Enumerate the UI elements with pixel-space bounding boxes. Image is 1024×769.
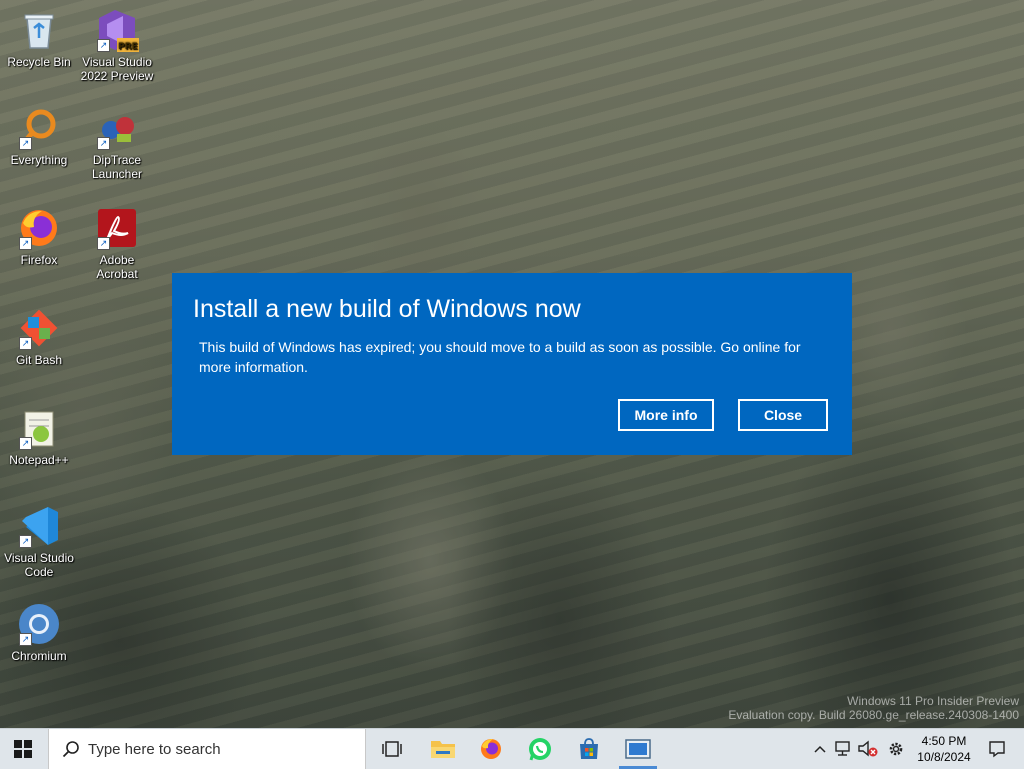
desktop-icon-diptrace[interactable]: ↗ DipTrace Launcher <box>78 100 156 181</box>
desktop-icon-firefox[interactable]: ↗ Firefox <box>0 200 78 267</box>
vscode-icon: ↗ <box>17 504 61 548</box>
settings-tray-button[interactable] <box>884 729 908 769</box>
desktop-icon-label: Adobe Acrobat <box>96 253 138 281</box>
adobe-acrobat-icon: ↗ <box>95 206 139 250</box>
taskbar-firefox-button[interactable] <box>468 729 514 769</box>
clock-time: 4:50 PM <box>921 734 967 748</box>
start-button[interactable] <box>0 729 46 769</box>
file-explorer-icon <box>431 741 455 758</box>
volume-button[interactable] <box>856 729 880 769</box>
desktop-icon-vscode[interactable]: ↗ Visual Studio Code <box>0 498 78 579</box>
desktop-icon-git-bash[interactable]: ↗ Git Bash <box>0 300 78 367</box>
chromium-icon: ↗ <box>17 602 61 646</box>
desktop-icon-label: Firefox <box>20 253 58 267</box>
taskbar-clock[interactable]: 4:50 PM 10/8/2024 <box>912 729 976 769</box>
shortcut-arrow-icon: ↗ <box>19 137 32 150</box>
diptrace-icon: ↗ <box>95 106 139 150</box>
desktop-icon-label: Notepad++ <box>9 453 69 467</box>
more-info-button[interactable]: More info <box>618 399 714 431</box>
gear-icon <box>889 742 903 756</box>
desktop-icon-adobe-acrobat[interactable]: ↗ Adobe Acrobat <box>78 200 156 281</box>
task-view-icon <box>382 741 402 757</box>
clock-date: 10/8/2024 <box>917 750 971 764</box>
firefox-icon: ↗ <box>17 206 61 250</box>
taskbar-file-explorer-button[interactable] <box>420 729 466 769</box>
shortcut-arrow-icon: ↗ <box>97 137 110 150</box>
volume-muted-icon <box>858 740 878 757</box>
taskbar: Type here to search 4:50 PM 10/8/2024 <box>0 728 1024 769</box>
chevron-up-icon <box>814 745 826 753</box>
close-button[interactable]: Close <box>738 399 828 431</box>
build-expired-dialog: Install a new build of Windows now This … <box>172 273 852 455</box>
taskbar-task-view-button[interactable] <box>369 729 415 769</box>
shortcut-arrow-icon: ↗ <box>19 337 32 350</box>
notifications-button[interactable] <box>982 729 1012 769</box>
whatsapp-icon <box>529 738 551 761</box>
svg-text:PRE: PRE <box>118 42 138 52</box>
shortcut-arrow-icon: ↗ <box>97 237 110 250</box>
network-status-button[interactable] <box>832 729 854 769</box>
shortcut-arrow-icon: ↗ <box>19 437 32 450</box>
shortcut-arrow-icon: ↗ <box>19 237 32 250</box>
firefox-icon <box>481 739 501 759</box>
desktop-icon-label: Chromium <box>11 649 67 663</box>
taskbar-search-box[interactable]: Type here to search <box>48 729 366 769</box>
everything-search-icon: ↗ <box>17 106 61 150</box>
watermark-build: Evaluation copy. Build 26080.ge_release.… <box>728 708 1019 722</box>
desktop-icon-label: DipTrace Launcher <box>91 153 143 181</box>
desktop-icon-everything[interactable]: ↗ Everything <box>0 100 78 167</box>
desktop-icon-label: Everything <box>10 153 68 167</box>
desktop-icon-visual-studio-preview[interactable]: PRE ↗ Visual Studio 2022 Preview <box>78 2 156 83</box>
windows-logo-icon <box>14 740 32 758</box>
notepad-plus-plus-icon: ↗ <box>17 406 61 450</box>
desktop-icon-label: Recycle Bin <box>7 55 71 69</box>
evaluation-watermark: Windows 11 Pro Insider Preview Evaluatio… <box>728 694 1019 722</box>
git-bash-icon: ↗ <box>17 306 61 350</box>
desktop-icon-label: Git Bash <box>15 353 63 367</box>
notification-center-icon <box>989 741 1005 758</box>
show-hidden-icons-button[interactable] <box>810 729 830 769</box>
search-placeholder: Type here to search <box>88 740 221 758</box>
dialog-message: This build of Windows has expired; you s… <box>199 339 801 375</box>
taskbar-whatsapp-button[interactable] <box>517 729 563 769</box>
taskbar-store-button[interactable] <box>566 729 612 769</box>
search-icon <box>62 741 79 758</box>
watermark-edition: Windows 11 Pro Insider Preview <box>847 694 1019 708</box>
shortcut-arrow-icon: ↗ <box>19 535 32 548</box>
network-icon <box>835 741 850 756</box>
desktop-icon-label: Visual Studio 2022 Preview <box>80 55 154 83</box>
dialog-title: Install a new build of Windows now <box>193 295 581 323</box>
shortcut-arrow-icon: ↗ <box>97 39 110 52</box>
desktop-icon-recycle-bin[interactable]: Recycle Bin <box>0 2 78 69</box>
desktop-icon-notepad-plus-plus[interactable]: ↗ Notepad++ <box>0 400 78 467</box>
desktop-icon-chromium[interactable]: ↗ Chromium <box>0 596 78 663</box>
desktop-icon-label: Visual Studio Code <box>4 551 74 579</box>
shortcut-arrow-icon: ↗ <box>19 633 32 646</box>
recycle-bin-icon <box>17 8 61 52</box>
taskbar-active-window-button[interactable] <box>615 729 661 769</box>
microsoft-store-icon <box>580 738 598 759</box>
visual-studio-preview-icon: PRE ↗ <box>95 8 139 52</box>
active-window-icon <box>625 739 651 759</box>
